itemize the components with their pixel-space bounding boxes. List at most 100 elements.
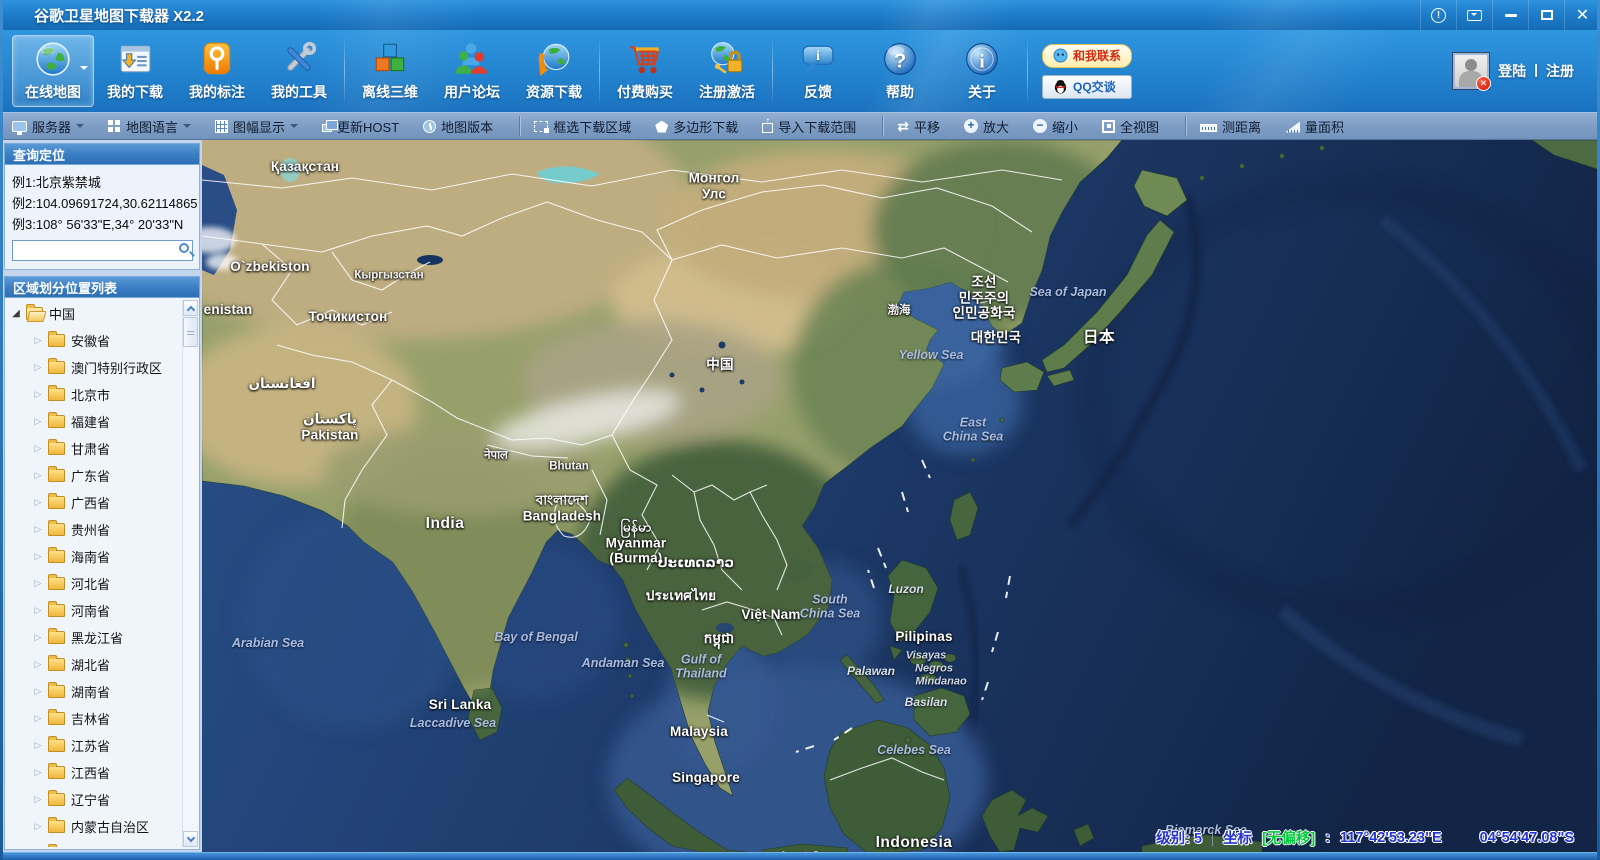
tree-item[interactable]: ▷安徽省 bbox=[7, 327, 182, 354]
toolbar-button-activation[interactable]: 注册激活 bbox=[686, 35, 768, 107]
toolbar-button-feedback[interactable]: i 反馈 bbox=[777, 35, 859, 107]
collapsed-icon[interactable]: ▷ bbox=[31, 821, 45, 832]
search-panel: 例1:北京紫禁城 例2:104.09691724,30.62114865 例3:… bbox=[4, 165, 200, 270]
tree-item[interactable]: ▷海南省 bbox=[7, 543, 182, 570]
windows-icon bbox=[322, 124, 332, 132]
map-toolbar-language[interactable]: 地图语言 bbox=[108, 117, 191, 136]
tree-item[interactable]: ▷ 河北省 bbox=[7, 570, 182, 597]
map-toolbar-polygon-download[interactable]: 多边形下载 bbox=[655, 117, 738, 136]
tree-item-label: 湖北省 bbox=[71, 655, 110, 674]
chevron-down-icon bbox=[76, 124, 84, 132]
tree-item[interactable]: ▷河南省 bbox=[7, 597, 182, 624]
register-link[interactable]: 注册 bbox=[1546, 61, 1574, 81]
collapsed-icon[interactable]: ▷ bbox=[31, 659, 45, 670]
collapsed-icon[interactable]: ▷ bbox=[31, 551, 45, 562]
tree-item[interactable]: ▷甘肃省 bbox=[7, 435, 182, 462]
tree-item[interactable]: ▷ 湖北省 bbox=[7, 651, 182, 678]
toolbar-button-help[interactable]: ? 帮助 bbox=[859, 35, 941, 107]
toolbar-button-about[interactable]: i 关于 bbox=[941, 35, 1023, 107]
content-area: 查询定位 例1:北京紫禁城 例2:104.09691724,30.6211486… bbox=[0, 140, 1600, 852]
map-toolbar-import-range[interactable]: 导入下载范围 bbox=[762, 117, 856, 136]
login-zone: ✕ 登陆 | 注册 bbox=[1453, 53, 1600, 89]
map-toolbar-zoom-out[interactable]: −缩小 bbox=[1033, 117, 1078, 136]
tree-item[interactable]: ▷江西省 bbox=[7, 759, 182, 786]
search-icon[interactable] bbox=[179, 243, 189, 253]
scroll-up-button[interactable] bbox=[183, 300, 198, 316]
tree-item[interactable]: ▷黑龙江省 bbox=[7, 624, 182, 651]
toolbar-separator bbox=[772, 36, 773, 106]
tree-item-label: 河北省 bbox=[71, 574, 110, 593]
tree-item[interactable]: ▷湖南省 bbox=[7, 678, 182, 705]
login-link[interactable]: 登陆 bbox=[1498, 61, 1526, 81]
tree-item[interactable]: ▷贵州省 bbox=[7, 516, 182, 543]
map-toolbar-server[interactable]: 服务器 bbox=[12, 117, 84, 136]
tree-item[interactable]: ▷辽宁省 bbox=[7, 786, 182, 813]
toolbar-button-user-forum[interactable]: 用户论坛 bbox=[431, 35, 513, 107]
tree-item[interactable]: ▷江苏省 bbox=[7, 732, 182, 759]
toolbar-button-online-map[interactable]: 在线地图 bbox=[12, 35, 94, 107]
tree-item[interactable]: ▷吉林省 bbox=[7, 705, 182, 732]
toolbar-button-purchase[interactable]: 付费购买 bbox=[604, 35, 686, 107]
pan-arrows-icon: ⇄ bbox=[897, 119, 909, 133]
collapsed-icon[interactable]: ▷ bbox=[31, 416, 45, 427]
tree-item[interactable]: ▷广西省 bbox=[7, 489, 182, 516]
location-search-input[interactable] bbox=[12, 240, 193, 261]
tree-item[interactable]: ▷宁夏省 bbox=[7, 840, 182, 847]
collapsed-icon[interactable]: ▷ bbox=[31, 686, 45, 697]
toolbar-button-my-markers[interactable]: 我的标注 bbox=[176, 35, 258, 107]
tree-item[interactable]: ▷广东省 bbox=[7, 462, 182, 489]
collapsed-icon[interactable]: ▷ bbox=[31, 524, 45, 535]
close-button[interactable]: ✕ bbox=[1564, 0, 1600, 30]
contact-me-button[interactable]: 和我联系 bbox=[1042, 44, 1132, 68]
map-toolbar-update-host[interactable]: 更新HOST bbox=[322, 117, 399, 136]
collapsed-icon[interactable]: ▷ bbox=[31, 362, 45, 373]
toolbar-button-my-tools[interactable]: 我的工具 bbox=[258, 35, 340, 107]
tree-item[interactable]: ▷内蒙古自治区 bbox=[7, 813, 182, 840]
tree-item[interactable]: ▷福建省 bbox=[7, 408, 182, 435]
map-toolbar-zoom-in[interactable]: +放大 bbox=[964, 117, 1009, 136]
collapsed-icon[interactable]: ▷ bbox=[31, 443, 45, 454]
collapsed-icon[interactable]: ▷ bbox=[31, 497, 45, 508]
collapsed-icon[interactable]: ▷ bbox=[31, 578, 45, 589]
tree-item[interactable]: ▷北京市 bbox=[7, 381, 182, 408]
maximize-button[interactable] bbox=[1528, 0, 1564, 30]
satellite-map[interactable] bbox=[202, 140, 1600, 852]
map-viewport[interactable]: ҚазақстанМонгол УлсO`zbekistonКыргызстан… bbox=[202, 140, 1600, 852]
toolbar-button-resource-download[interactable]: 资源下载 bbox=[513, 35, 595, 107]
collapsed-icon[interactable]: ▷ bbox=[31, 335, 45, 346]
minimize-button[interactable] bbox=[1492, 0, 1528, 30]
about-window-button[interactable]: ! bbox=[1420, 0, 1456, 30]
tree-item-root[interactable]: ◢中国 bbox=[7, 300, 182, 327]
toolbar-button-my-downloads[interactable]: 我的下载 bbox=[94, 35, 176, 107]
map-toolbar-measure-area[interactable]: 量面积 bbox=[1285, 117, 1344, 136]
minimize-to-tray-button[interactable] bbox=[1456, 0, 1492, 30]
map-toolbar-map-version[interactable]: 地图版本 bbox=[423, 117, 493, 136]
map-toolbar-measure-distance[interactable]: 测距离 bbox=[1200, 117, 1261, 136]
grid-icon bbox=[215, 120, 228, 133]
tree-scrollbar[interactable] bbox=[182, 300, 197, 847]
map-toolbar-pan[interactable]: ⇄平移 bbox=[897, 117, 940, 136]
collapsed-icon[interactable]: ▷ bbox=[31, 713, 45, 724]
select-box-icon bbox=[534, 121, 548, 132]
collapsed-icon[interactable]: ▷ bbox=[31, 767, 45, 778]
ruler-icon bbox=[1200, 124, 1217, 132]
map-toolbar-full-view[interactable]: 全视图 bbox=[1102, 117, 1159, 136]
collapsed-icon[interactable]: ▷ bbox=[31, 794, 45, 805]
import-icon bbox=[762, 123, 773, 133]
tree-item[interactable]: ▷澳门特别行政区 bbox=[7, 354, 182, 381]
clock-icon bbox=[423, 120, 436, 133]
collapsed-icon[interactable]: ▷ bbox=[31, 740, 45, 751]
collapsed-icon[interactable]: ▷ bbox=[31, 605, 45, 616]
collapsed-icon[interactable]: ▷ bbox=[31, 470, 45, 481]
map-toolbar-box-select[interactable]: 框选下载区域 bbox=[534, 117, 631, 136]
collapsed-icon[interactable]: ▷ bbox=[31, 632, 45, 643]
offset-tag: [无偏移] bbox=[1262, 827, 1315, 848]
scrollbar-thumb[interactable] bbox=[183, 317, 198, 347]
expanded-icon[interactable]: ◢ bbox=[9, 308, 23, 319]
toolbar-button-offline-3d[interactable]: 离线三维 bbox=[349, 35, 431, 107]
collapsed-icon[interactable]: ▷ bbox=[31, 389, 45, 400]
folder-icon bbox=[48, 523, 65, 536]
scroll-down-button[interactable] bbox=[183, 831, 198, 847]
map-toolbar-sheet-display[interactable]: 图幅显示 bbox=[215, 117, 298, 136]
qq-chat-button[interactable]: QQ交谈 bbox=[1042, 75, 1132, 99]
